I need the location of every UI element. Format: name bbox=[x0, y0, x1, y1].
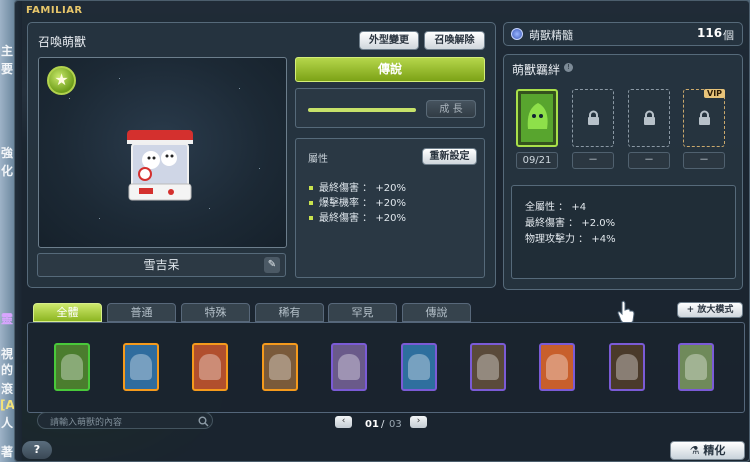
lock-icon bbox=[699, 110, 710, 125]
info-icon[interactable]: ! bbox=[564, 63, 573, 72]
familiar-card-art-icon bbox=[130, 354, 152, 380]
attribute-title: 屬性 bbox=[308, 154, 328, 165]
left-text: 靈 bbox=[0, 312, 13, 326]
familiar-card[interactable] bbox=[192, 343, 228, 391]
familiar-card[interactable] bbox=[470, 343, 506, 391]
appearance-change-button[interactable]: 外型變更 bbox=[359, 31, 419, 50]
essence-value: 116 bbox=[697, 26, 723, 40]
familiar-card-art-icon bbox=[338, 354, 360, 380]
attribute-line: 最終傷害 ： +20% bbox=[309, 179, 406, 194]
left-text: 人 bbox=[0, 416, 13, 430]
bond-slot-label: － bbox=[572, 152, 614, 169]
left-text: 化 bbox=[0, 164, 13, 178]
left-text: 要 bbox=[0, 62, 13, 76]
tab-special[interactable]: 特殊 bbox=[181, 303, 250, 322]
left-text: 著 bbox=[0, 445, 13, 459]
familiar-card[interactable] bbox=[331, 343, 367, 391]
left-text: [A bbox=[0, 398, 15, 412]
familiar-card[interactable] bbox=[609, 343, 645, 391]
familiar-card[interactable] bbox=[539, 343, 575, 391]
next-page-button[interactable]: › bbox=[410, 416, 427, 428]
vip-badge: VIP bbox=[704, 89, 726, 98]
bond-slot-locked[interactable] bbox=[628, 89, 670, 147]
bond-slot-label: － bbox=[683, 152, 725, 169]
left-text: 的 bbox=[0, 363, 13, 377]
bond-slot-filled[interactable] bbox=[516, 89, 558, 147]
attribute-line: 最終傷害 ： +20% bbox=[309, 209, 406, 224]
total-pages: 03 bbox=[389, 419, 402, 430]
familiar-card[interactable] bbox=[678, 343, 714, 391]
page-separator: / bbox=[381, 419, 385, 430]
essence-icon bbox=[511, 28, 523, 40]
rank-label: 傳說 bbox=[295, 57, 485, 82]
star-badge-icon: ★ bbox=[47, 66, 76, 95]
familiar-card[interactable] bbox=[123, 343, 159, 391]
zoom-mode-button[interactable]: + 放大模式 bbox=[677, 302, 743, 318]
bond-panel-title: 萌獸羈絆 bbox=[512, 63, 561, 77]
familiar-name-text: 雪吉呆 bbox=[143, 258, 180, 272]
summon-panel-title: 召喚萌獸 bbox=[38, 35, 87, 49]
tab-rare[interactable]: 稀有 bbox=[255, 303, 324, 322]
growth-panel: 成 長 bbox=[295, 88, 485, 128]
window-title: FAMILIAR bbox=[26, 5, 83, 16]
bond-slot-label: 09/21 bbox=[516, 152, 558, 169]
current-page: 01 bbox=[365, 419, 379, 430]
edit-name-pencil-icon[interactable]: ✎ bbox=[264, 257, 280, 273]
tab-legendary[interactable]: 傳說 bbox=[402, 303, 471, 322]
familiar-preview bbox=[38, 57, 287, 248]
familiar-card-art-icon bbox=[199, 354, 221, 380]
essence-label: 萌獸精髓 bbox=[529, 29, 573, 42]
familiar-sprite bbox=[127, 130, 193, 201]
search-bar[interactable]: 請輸入萌獸的內容 bbox=[37, 412, 213, 429]
familiar-card-art-icon bbox=[61, 354, 83, 380]
essence-unit: 個 bbox=[723, 29, 734, 42]
bonus-line: 全屬性 ： +4 bbox=[525, 202, 587, 213]
reset-attribute-button[interactable]: 重新設定 bbox=[422, 148, 477, 165]
tab-all[interactable]: 全體 bbox=[33, 303, 102, 322]
growth-progress-bar bbox=[308, 108, 416, 112]
familiar-name: 雪吉呆 bbox=[37, 253, 286, 277]
familiar-card-art-icon bbox=[546, 354, 568, 380]
familiar-card-art-icon bbox=[616, 354, 638, 380]
lock-icon bbox=[644, 110, 655, 125]
left-text: 強 bbox=[0, 146, 13, 160]
familiar-card[interactable] bbox=[54, 343, 90, 391]
attribute-line: 爆擊機率 ： +20% bbox=[309, 194, 406, 209]
familiar-card-art-icon bbox=[477, 354, 499, 380]
left-text: 滾 bbox=[0, 382, 13, 396]
search-icon[interactable] bbox=[198, 416, 209, 427]
familiar-card-art-icon bbox=[408, 354, 430, 380]
left-text: 視 bbox=[0, 347, 13, 361]
bond-bonus-box: 全屬性 ： +4 最終傷害 ： +2.0% 物理攻擊力 ： +4% bbox=[511, 185, 736, 279]
bond-slot-locked[interactable] bbox=[572, 89, 614, 147]
attribute-box: 屬性 重新設定 最終傷害 ： +20% 爆擊機率 ： +20% 最終傷害 ： +… bbox=[295, 138, 485, 278]
lock-icon bbox=[588, 110, 599, 125]
green-familiar-card-icon bbox=[521, 94, 553, 142]
flask-icon: ⚗ bbox=[689, 444, 700, 457]
familiar-card-art-icon bbox=[685, 354, 707, 380]
hand-cursor-icon bbox=[617, 300, 635, 324]
summon-dismiss-button[interactable]: 召喚解除 bbox=[424, 31, 485, 50]
bonus-line: 物理攻擊力 ： +4% bbox=[525, 234, 616, 245]
refine-label: 精化 bbox=[703, 444, 726, 457]
tab-epic[interactable]: 罕見 bbox=[328, 303, 397, 322]
refine-button[interactable]: ⚗ 精化 bbox=[670, 441, 745, 460]
left-text: 主 bbox=[0, 44, 13, 58]
prev-page-button[interactable]: ‹ bbox=[335, 416, 352, 428]
growth-button[interactable]: 成 長 bbox=[426, 100, 476, 118]
bond-slot-label: － bbox=[628, 152, 670, 169]
bonus-line: 最終傷害 ： +2.0% bbox=[525, 218, 616, 229]
bond-slot-vip[interactable]: VIP bbox=[683, 89, 726, 147]
familiar-card[interactable] bbox=[401, 343, 437, 391]
search-input[interactable]: 請輸入萌獸的內容 bbox=[50, 415, 122, 428]
help-button[interactable]: ? bbox=[22, 441, 52, 459]
familiar-card[interactable] bbox=[262, 343, 298, 391]
familiar-card-art-icon bbox=[269, 354, 291, 380]
tab-normal[interactable]: 普通 bbox=[107, 303, 176, 322]
